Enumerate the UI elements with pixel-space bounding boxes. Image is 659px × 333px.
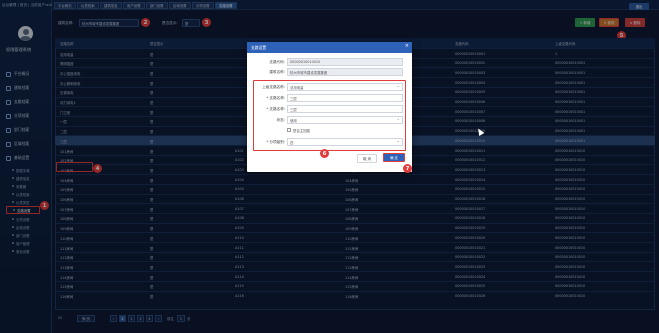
field-label-name-2: * 支路名称:: [266, 107, 285, 111]
field-label-building: 建筑名称:: [269, 70, 285, 74]
close-icon[interactable]: ×: [405, 43, 409, 49]
branch-name-field-2[interactable]: 三层: [287, 105, 403, 113]
branch-code-field: 00000010010010: [287, 58, 403, 66]
parent-branch-select[interactable]: 总用电量: [287, 83, 403, 91]
cancel-button[interactable]: 取 消: [357, 154, 377, 163]
step-marker-6: 6: [320, 149, 329, 158]
level-select[interactable]: 四: [287, 138, 403, 146]
confirm-button[interactable]: 确 定: [383, 153, 405, 162]
building-name-field: 杭州市城市建设发展集团: [287, 68, 403, 76]
branch-name-field[interactable]: 三层: [287, 94, 403, 102]
step-marker-7: 7: [403, 164, 412, 173]
main-loop-checkbox[interactable]: [287, 128, 291, 132]
main-loop-label: 是否主回路: [293, 129, 310, 133]
dialog-header: 支路设置: [247, 42, 412, 53]
branch-settings-dialog: 支路设置 × 支路代码: 00000010010010 建筑名称: 杭州市城市建…: [247, 42, 412, 172]
field-label-parent: 上级支路名称:: [262, 85, 285, 89]
field-label-code: 支路代码:: [269, 60, 285, 64]
field-label-name: * 支路名称:: [266, 96, 285, 100]
field-label-level: * 分项级别:: [266, 140, 285, 144]
status-select[interactable]: 使用: [287, 116, 403, 124]
dialog-title: 支路设置: [251, 44, 267, 50]
field-label-status: 状态:: [276, 118, 285, 122]
